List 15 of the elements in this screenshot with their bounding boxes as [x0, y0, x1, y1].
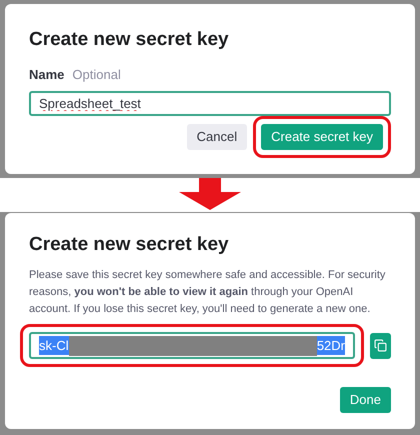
key-suffix: 52Dr [316, 336, 345, 356]
field-label: Name [29, 67, 64, 83]
copy-icon [374, 339, 387, 352]
key-prefix: sk-Cl [39, 336, 69, 356]
dialog-title: Create new secret key [29, 233, 230, 257]
warning-message: Please save this secret key somewhere safe and accessible. For security reasons, you won't be able to view it again through your OpenAI account. If you lose this secret key, you'll need to generate a new one. [29, 268, 386, 317]
copy-button[interactable] [370, 332, 391, 358]
done-button[interactable]: Done [340, 387, 391, 413]
dialog-title: Create new secret key [29, 28, 230, 52]
field-hint: Optional [72, 67, 121, 83]
name-field[interactable]: Spreadsheet_test [29, 91, 391, 116]
secret-key-field[interactable]: sk-Cl 52Dr [29, 332, 355, 359]
cancel-button[interactable]: Cancel [186, 124, 248, 150]
create-key-button[interactable]: Create secret key [261, 124, 383, 150]
down-arrow-icon [179, 178, 241, 210]
